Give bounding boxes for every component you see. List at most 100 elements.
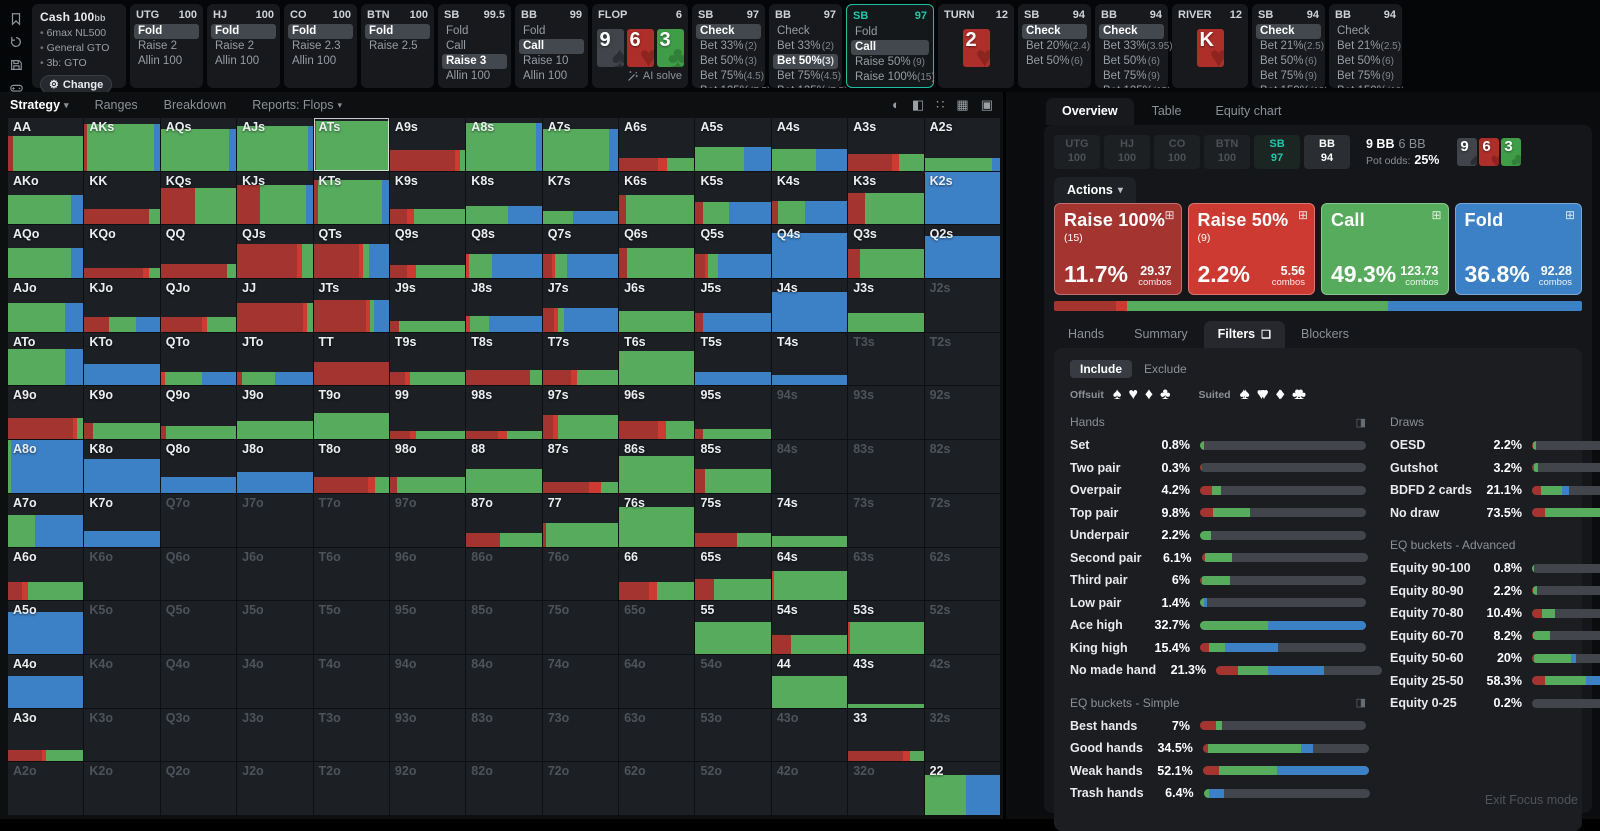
hand-cell-K6o[interactable]: K6o: [84, 548, 159, 601]
filter-row-king-high[interactable]: King high15.4%: [1070, 637, 1366, 660]
hand-cell-K5s[interactable]: K5s: [695, 172, 770, 225]
hand-cell-A7o[interactable]: A7o: [8, 494, 83, 547]
hand-cell-QJo[interactable]: QJo: [161, 279, 236, 332]
action-option-check[interactable]: Check: [1022, 24, 1087, 39]
filter-row-equity-50-60[interactable]: Equity 50-6020%: [1390, 647, 1600, 670]
hand-cell-A2s[interactable]: A2s: [925, 118, 1000, 171]
hand-cell-K9o[interactable]: K9o: [84, 386, 159, 439]
offsuit-spade-toggle[interactable]: ♠: [1113, 387, 1122, 403]
hand-cell-Q3s[interactable]: Q3s: [848, 225, 923, 278]
hand-cell-K8o[interactable]: K8o: [84, 440, 159, 493]
hand-cell-96s[interactable]: 96s: [619, 386, 694, 439]
grid-tab-strategy[interactable]: Strategy▾: [10, 98, 69, 112]
hand-cell-A9s[interactable]: A9s: [390, 118, 465, 171]
hand-cell-J7s[interactable]: J7s: [543, 279, 618, 332]
hand-cell-82o[interactable]: 82o: [466, 762, 541, 815]
hand-cell-K4s[interactable]: K4s: [772, 172, 847, 225]
hand-cell-94s[interactable]: 94s: [772, 386, 847, 439]
hand-cell-42s[interactable]: 42s: [925, 655, 1000, 708]
action-option-raise-2[interactable]: Raise 2: [134, 39, 199, 54]
hand-cell-84s[interactable]: 84s: [772, 440, 847, 493]
hand-cell-73s[interactable]: 73s: [848, 494, 923, 547]
action-option-allin-100[interactable]: Allin 100: [288, 54, 353, 69]
hand-cell-KTo[interactable]: KTo: [84, 333, 159, 386]
action-option-bet-125-[interactable]: Bet 125%(7.5): [696, 84, 761, 88]
ai-solve-button[interactable]: AI solve: [598, 70, 682, 83]
hand-cell-T3o[interactable]: T3o: [314, 709, 389, 762]
hand-cell-J2o[interactable]: J2o: [237, 762, 312, 815]
hand-cell-86s[interactable]: 86s: [619, 440, 694, 493]
hand-cell-A5o[interactable]: A5o: [8, 601, 83, 654]
action-box-fold[interactable]: ⊞Fold36.8%92.28combos: [1455, 203, 1583, 295]
tab-filters[interactable]: Filters❏: [1204, 321, 1285, 348]
action-box-raise-100-[interactable]: ⊞Raise 100%(15)11.7%29.37combos: [1054, 203, 1182, 295]
hand-cell-A6s[interactable]: A6s: [619, 118, 694, 171]
exclude-toggle[interactable]: Exclude: [1144, 362, 1187, 376]
action-option-bet-33-[interactable]: Bet 33%(2): [773, 39, 838, 54]
hand-cell-A2o[interactable]: A2o: [8, 762, 83, 815]
hand-cell-92o[interactable]: 92o: [390, 762, 465, 815]
action-option-bet-75-[interactable]: Bet 75%(9): [1256, 69, 1321, 84]
hand-cell-98o[interactable]: 98o: [390, 440, 465, 493]
filter-row-second-pair[interactable]: Second pair6.1%: [1070, 547, 1366, 570]
hand-cell-72o[interactable]: 72o: [543, 762, 618, 815]
action-option-call[interactable]: Call: [519, 39, 584, 54]
action-option-allin-100[interactable]: Allin 100: [519, 69, 584, 84]
hand-cell-52o[interactable]: 52o: [695, 762, 770, 815]
hand-cell-93o[interactable]: 93o: [390, 709, 465, 762]
hand-cell-T7o[interactable]: T7o: [314, 494, 389, 547]
hand-cell-88[interactable]: 88: [466, 440, 541, 493]
filter-row-oesd[interactable]: OESD2.2%: [1390, 434, 1600, 457]
hand-cell-73o[interactable]: 73o: [543, 709, 618, 762]
action-column-sb[interactable]: SB97FoldCallRaise 50%(9)Raise 100%(15): [846, 4, 934, 88]
action-option-bet-75-[interactable]: Bet 75%(9): [1333, 69, 1398, 84]
section-toggle-icon[interactable]: ◨: [1356, 416, 1366, 429]
hand-cell-22[interactable]: 22: [925, 762, 1000, 815]
hand-cell-K2s[interactable]: K2s: [925, 172, 1000, 225]
hand-cell-T7s[interactable]: T7s: [543, 333, 618, 386]
hand-cell-K7o[interactable]: K7o: [84, 494, 159, 547]
hand-cell-J5s[interactable]: J5s: [695, 279, 770, 332]
hand-cell-85o[interactable]: 85o: [466, 601, 541, 654]
hand-cell-T8s[interactable]: T8s: [466, 333, 541, 386]
hand-cell-T9o[interactable]: T9o: [314, 386, 389, 439]
action-option-raise-3[interactable]: Raise 3: [442, 54, 507, 69]
hand-cell-66[interactable]: 66: [619, 548, 694, 601]
hand-cell-KK[interactable]: KK: [84, 172, 159, 225]
hand-cell-K6s[interactable]: K6s: [619, 172, 694, 225]
hand-cell-T3s[interactable]: T3s: [848, 333, 923, 386]
hand-cell-AA[interactable]: AA: [8, 118, 83, 171]
suited-club-toggle[interactable]: ♣♣: [1292, 387, 1306, 403]
hand-cell-53s[interactable]: 53s: [848, 601, 923, 654]
hand-cell-T4s[interactable]: T4s: [772, 333, 847, 386]
contrast-icon[interactable]: ◧: [912, 97, 924, 113]
action-option-fold[interactable]: Fold: [519, 24, 584, 39]
tab-blockers[interactable]: Blockers: [1287, 321, 1363, 348]
filter-row-equity-25-50[interactable]: Equity 25-5058.3%: [1390, 670, 1600, 693]
tab-equity-chart[interactable]: Equity chart: [1199, 98, 1297, 125]
hand-cell-K2o[interactable]: K2o: [84, 762, 159, 815]
grid-tab-ranges[interactable]: Ranges: [95, 98, 138, 112]
hand-cell-T6s[interactable]: T6s: [619, 333, 694, 386]
action-option-check[interactable]: Check: [1333, 24, 1398, 39]
hand-cell-K4o[interactable]: K4o: [84, 655, 159, 708]
hand-cell-K5o[interactable]: K5o: [84, 601, 159, 654]
action-option-bet-50-[interactable]: Bet 50%(6): [1333, 54, 1398, 69]
hand-cell-A4s[interactable]: A4s: [772, 118, 847, 171]
hand-cell-Q7s[interactable]: Q7s: [543, 225, 618, 278]
section-toggle-icon[interactable]: ◨: [1356, 696, 1366, 709]
hand-cell-92s[interactable]: 92s: [925, 386, 1000, 439]
hand-cell-Q6o[interactable]: Q6o: [161, 548, 236, 601]
action-option-bet-125-[interactable]: Bet 125%(15): [1099, 84, 1164, 88]
hand-cell-76o[interactable]: 76o: [543, 548, 618, 601]
filter-row-ace-high[interactable]: Ace high32.7%: [1070, 614, 1366, 637]
hand-cell-K8s[interactable]: K8s: [466, 172, 541, 225]
filter-row-best-hands[interactable]: Best hands7%: [1070, 715, 1366, 738]
hand-cell-Q7o[interactable]: Q7o: [161, 494, 236, 547]
hand-cell-AJo[interactable]: AJo: [8, 279, 83, 332]
hand-cell-97s[interactable]: 97s: [543, 386, 618, 439]
hand-cell-98s[interactable]: 98s: [466, 386, 541, 439]
hand-cell-A8o[interactable]: A8o: [8, 440, 83, 493]
action-option-fold[interactable]: Fold: [365, 24, 430, 39]
hand-cell-Q3o[interactable]: Q3o: [161, 709, 236, 762]
